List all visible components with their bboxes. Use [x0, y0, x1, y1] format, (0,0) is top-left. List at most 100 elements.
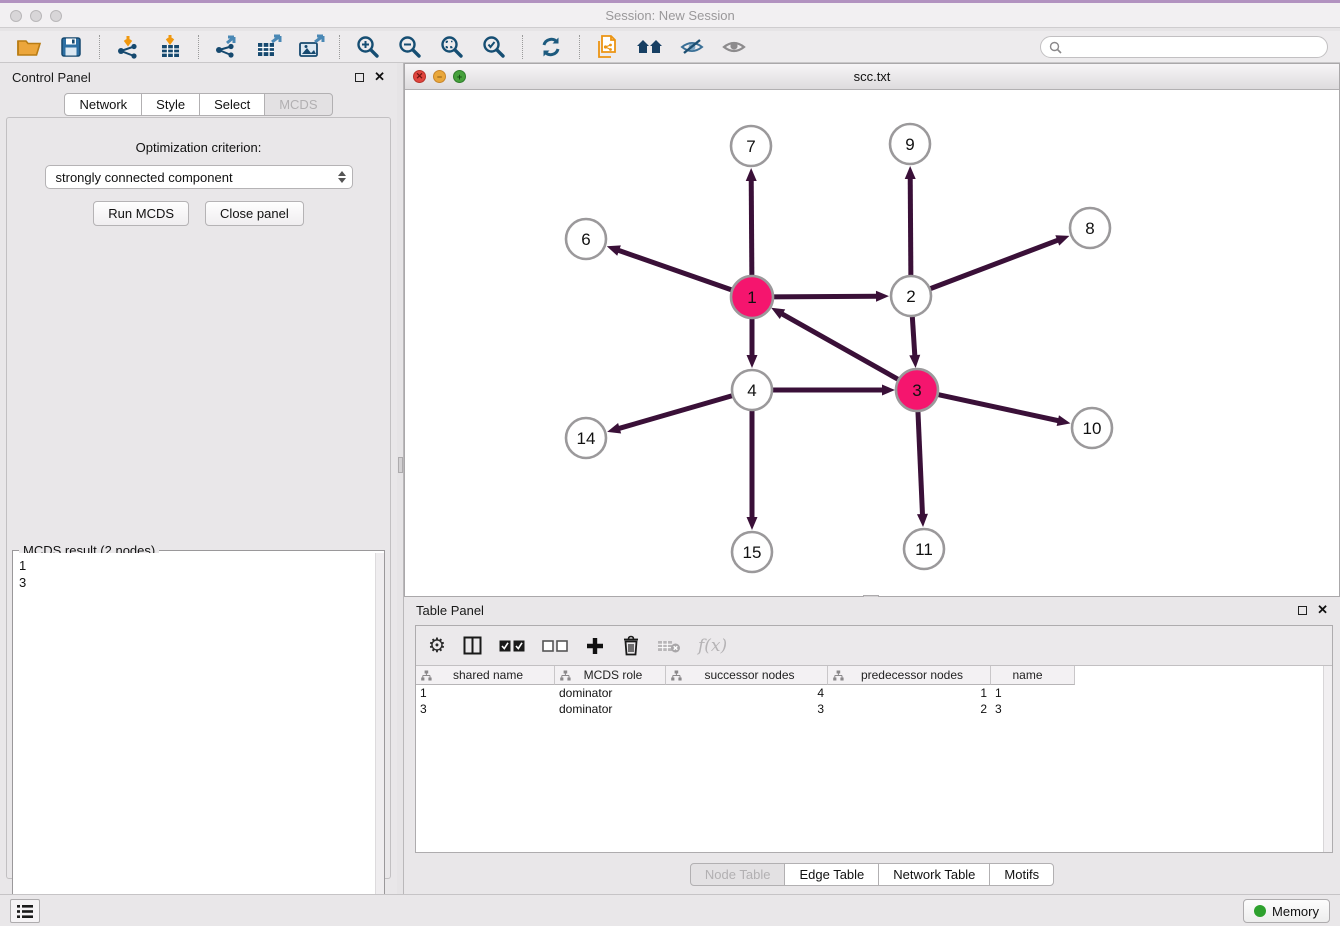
edge-4-14[interactable] — [607, 395, 734, 433]
refresh-view-icon[interactable] — [536, 33, 566, 61]
run-mcds-button[interactable]: Run MCDS — [93, 201, 189, 226]
add-column-icon[interactable] — [585, 633, 605, 659]
table-tab-edge-table[interactable]: Edge Table — [784, 863, 879, 886]
table-cell[interactable]: dominator — [555, 686, 666, 700]
network-window-titlebar[interactable]: ✕ − + scc.txt — [405, 64, 1339, 90]
import-network-icon[interactable] — [113, 33, 143, 61]
node-8[interactable]: 8 — [1070, 208, 1110, 248]
mcds-result-scrollbar[interactable] — [375, 553, 384, 924]
edge-1-7[interactable] — [746, 168, 757, 278]
network-graph[interactable]: 7 9 6 8 1 2 4 3 14 10 15 11 — [405, 90, 1339, 596]
network-overview-icon[interactable] — [635, 33, 665, 61]
table-cell[interactable]: 3 — [416, 702, 555, 716]
edge-2-3[interactable] — [909, 315, 920, 368]
search-input[interactable] — [1067, 38, 1327, 56]
table-row[interactable]: 3dominator323 — [416, 701, 1323, 717]
close-panel-icon[interactable]: ✕ — [374, 72, 385, 82]
node-14[interactable]: 14 — [566, 418, 606, 458]
export-table-icon[interactable] — [254, 33, 284, 61]
edge-2-9[interactable] — [905, 166, 916, 277]
table-cell[interactable]: 3 — [666, 702, 828, 716]
table-tab-network-table[interactable]: Network Table — [878, 863, 990, 886]
save-session-icon[interactable] — [56, 33, 86, 61]
table-cell[interactable]: 1 — [991, 686, 1075, 700]
hide-selected-icon[interactable] — [677, 33, 707, 61]
criterion-dropdown[interactable]: strongly connected component — [45, 165, 353, 189]
node-2[interactable]: 2 — [891, 276, 931, 316]
table-cell[interactable]: dominator — [555, 702, 666, 716]
column-header-predecessor-nodes[interactable]: predecessor nodes — [828, 666, 991, 685]
table-cell[interactable]: 1 — [416, 686, 555, 700]
table-cell[interactable]: 3 — [991, 702, 1075, 716]
function-builder-icon[interactable]: f(x) — [698, 633, 727, 659]
close-panel-button[interactable]: Close panel — [205, 201, 304, 226]
select-all-columns-icon[interactable] — [499, 633, 525, 659]
table-row[interactable]: 1dominator411 — [416, 685, 1323, 701]
table-settings-icon[interactable]: ⚙ — [428, 633, 446, 659]
network-close-icon[interactable]: ✕ — [413, 70, 426, 83]
node-11[interactable]: 11 — [904, 529, 944, 569]
table-tab-motifs[interactable]: Motifs — [989, 863, 1054, 886]
tab-style[interactable]: Style — [141, 93, 200, 116]
panel-splitter[interactable] — [397, 63, 404, 894]
maximize-window-icon[interactable] — [50, 10, 62, 22]
close-table-panel-icon[interactable]: ✕ — [1317, 605, 1328, 615]
delete-columns-icon[interactable] — [622, 633, 640, 659]
network-minimize-icon[interactable]: − — [433, 70, 446, 83]
close-window-icon[interactable] — [10, 10, 22, 22]
table-tab-node-table[interactable]: Node Table — [690, 863, 786, 886]
edge-3-1[interactable] — [771, 308, 900, 381]
search-field[interactable] — [1040, 36, 1328, 58]
column-header-successor-nodes[interactable]: successor nodes — [666, 666, 828, 685]
network-canvas[interactable]: 7 9 6 8 1 2 4 3 14 10 15 11 — [405, 90, 1339, 596]
zoom-in-icon[interactable] — [353, 33, 383, 61]
tab-select[interactable]: Select — [199, 93, 265, 116]
node-9[interactable]: 9 — [890, 124, 930, 164]
network-maximize-icon[interactable]: + — [453, 70, 466, 83]
column-header-MCDS-role[interactable]: MCDS role — [555, 666, 666, 685]
zoom-selected-icon[interactable] — [479, 33, 509, 61]
memory-button[interactable]: Memory — [1243, 899, 1330, 923]
node-6[interactable]: 6 — [566, 219, 606, 259]
delete-table-icon[interactable] — [657, 633, 681, 659]
node-4[interactable]: 4 — [732, 370, 772, 410]
edge-4-3[interactable] — [771, 385, 895, 396]
tab-network[interactable]: Network — [64, 93, 142, 116]
window-controls[interactable] — [10, 10, 62, 22]
float-table-panel-icon[interactable] — [1298, 606, 1307, 615]
edge-3-11[interactable] — [917, 409, 928, 527]
deselect-all-columns-icon[interactable] — [542, 633, 568, 659]
edge-4-15[interactable] — [747, 409, 758, 530]
node-7[interactable]: 7 — [731, 126, 771, 166]
column-header-shared-name[interactable]: shared name — [416, 666, 555, 685]
node-10[interactable]: 10 — [1072, 408, 1112, 448]
export-image-icon[interactable] — [296, 33, 326, 61]
zoom-fit-icon[interactable] — [437, 33, 467, 61]
open-session-icon[interactable] — [14, 33, 44, 61]
edge-1-4[interactable] — [747, 316, 758, 368]
zoom-out-icon[interactable] — [395, 33, 425, 61]
table-cell[interactable]: 2 — [828, 702, 991, 716]
minimize-window-icon[interactable] — [30, 10, 42, 22]
column-header-name[interactable]: name — [991, 666, 1075, 685]
node-1[interactable]: 1 — [731, 276, 773, 318]
task-history-button[interactable] — [10, 899, 40, 923]
table-cell[interactable]: 4 — [666, 686, 828, 700]
edge-2-8[interactable] — [929, 235, 1070, 289]
float-panel-icon[interactable] — [355, 73, 364, 82]
copy-current-view-icon[interactable] — [593, 33, 623, 61]
mcds-result-text[interactable]: 1 3 — [13, 553, 375, 924]
export-network-icon[interactable] — [212, 33, 242, 61]
node-15[interactable]: 15 — [732, 532, 772, 572]
edge-1-6[interactable] — [607, 245, 734, 290]
node-table[interactable]: shared nameMCDS rolesuccessor nodesprede… — [416, 666, 1323, 852]
edge-1-2[interactable] — [771, 291, 889, 302]
table-cell[interactable]: 1 — [828, 686, 991, 700]
column-layout-icon[interactable] — [463, 633, 482, 659]
tab-mcds[interactable]: MCDS — [264, 93, 332, 116]
node-3[interactable]: 3 — [896, 369, 938, 411]
import-table-icon[interactable] — [155, 33, 185, 61]
show-selected-icon[interactable] — [719, 33, 749, 61]
edge-3-10[interactable] — [936, 394, 1071, 426]
splitter-handle-icon[interactable] — [398, 457, 403, 473]
